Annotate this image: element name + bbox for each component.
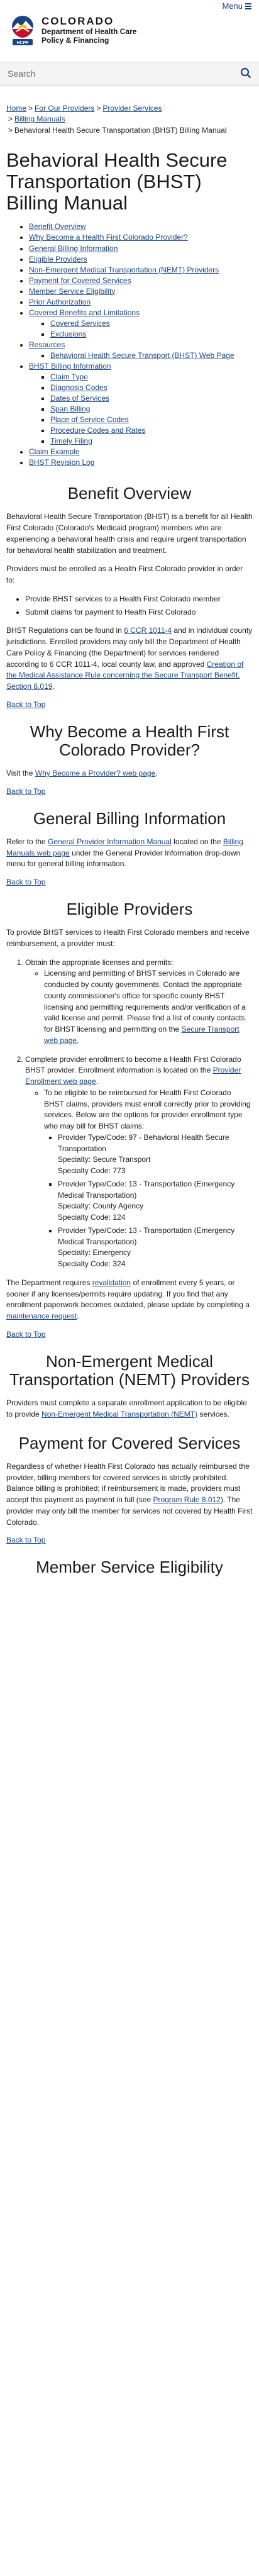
why-become-p: Visit the Why Become a Provider? web pag… <box>6 769 158 778</box>
why-become-content: Visit the Why Become a Provider? web pag… <box>0 768 259 779</box>
toc-nemt-providers[interactable]: Non-Emergent Medical Transportation (NEM… <box>29 265 219 274</box>
toc-span-billing[interactable]: Span Billing <box>50 404 90 413</box>
benefit-overview-p2: Providers must be enrolled as a Health F… <box>6 564 243 585</box>
why-become-heading: Why Become a Health First Colorado Provi… <box>30 722 229 759</box>
logo-badge-text: HCPF <box>16 41 29 45</box>
toc-dates-of-services[interactable]: Dates of Services <box>50 394 109 403</box>
toc-prior-auth[interactable]: Prior Authorization <box>29 298 91 306</box>
eligible-step-1-detail: Licensing and permitting of BHST service… <box>44 968 253 1046</box>
toc-claim-type[interactable]: Claim Type <box>50 372 88 381</box>
toc-revision-log[interactable]: BHST Revision Log <box>29 458 95 467</box>
menu-label: Menu <box>222 1 243 11</box>
revalidation-link[interactable]: revalidation <box>92 1278 131 1287</box>
menu-button[interactable]: Menu <box>222 1 251 11</box>
why-become-link[interactable]: Why Become a Provider? web page <box>35 769 155 778</box>
general-billing-content: Refer to the General Provider Informatio… <box>0 837 259 870</box>
colorado-logo-icon: HCPF <box>9 15 36 45</box>
benefit-overview-heading: Benefit Overview <box>67 484 192 503</box>
nemt-link[interactable]: Non-Emergent Medical Transportation (NEM… <box>41 1410 197 1419</box>
toc-bhst-billing-info[interactable]: BHST Billing Information <box>29 362 111 371</box>
nemt-heading: Non-Emergent Medical Transportation (NEM… <box>9 1351 250 1390</box>
toc-general-billing[interactable]: General Billing Information <box>29 244 118 253</box>
eligible-step-2: Complete provider enrollment to become a… <box>25 1054 253 1270</box>
back-to-top-link[interactable]: Back to Top <box>6 700 253 709</box>
toc-bhst-web-page[interactable]: Behavioral Health Secure Transport (BHST… <box>50 351 234 360</box>
toc-resources[interactable]: Resources <box>29 340 65 349</box>
benefit-overview-li1: Provide BHST services to a Health First … <box>25 594 253 605</box>
top-bar: Menu <box>0 0 259 13</box>
site-logo[interactable]: HCPF COLORADO Department of Health Care … <box>0 13 259 50</box>
logo-state: COLORADO <box>41 15 114 28</box>
toc-covered-services[interactable]: Covered Services <box>50 319 110 328</box>
breadcrumb-current: Behavioral Health Secure Transportation … <box>14 125 227 135</box>
member-eligibility-heading: Member Service Eligibility <box>36 1558 223 1577</box>
eligible-providers-content: To provide BHST services to Health First… <box>0 927 259 1322</box>
back-to-top-link[interactable]: Back to Top <box>6 1330 253 1339</box>
toc-claim-example[interactable]: Claim Example <box>29 447 80 456</box>
eligible-step-1: Obtain the appropriate licenses and perm… <box>25 957 253 1047</box>
toc-exclusions[interactable]: Exclusions <box>50 330 86 338</box>
benefit-overview-li2: Submit claims for payment to Health Firs… <box>25 607 253 618</box>
toc-covered-benefits[interactable]: Covered Benefits and Limitations <box>29 308 140 317</box>
toc-diagnosis-codes[interactable]: Diagnosis Codes <box>50 383 107 392</box>
table-of-contents: Benefit Overview Why Become a Health Fir… <box>6 219 253 471</box>
payment-p: Regardless of whether Health First Color… <box>6 1461 253 1527</box>
breadcrumb-separator: > <box>8 125 13 135</box>
breadcrumb-billing-manuals[interactable]: Billing Manuals <box>14 114 65 123</box>
toc-why-become[interactable]: Why Become a Health First Colorado Provi… <box>29 233 188 242</box>
nemt-p: Providers must complete a separate enrol… <box>6 1398 247 1419</box>
benefit-overview-content: Behavioral Health Secure Transportation … <box>0 511 259 693</box>
ccr-link[interactable]: 6 CCR 1011-4 <box>124 626 172 635</box>
breadcrumb: Home > For Our Providers > Provider Services… <box>0 86 259 136</box>
toc-timely-filing[interactable]: Timely Filing <box>50 437 92 445</box>
eligible-providers-intro: To provide BHST services to Health First… <box>6 928 250 948</box>
payment-heading: Payment for Covered Services <box>18 1433 241 1452</box>
search-icon[interactable] <box>240 67 251 81</box>
provider-type-item: Provider Type/Code: 97 - Behavioral Heal… <box>58 1132 253 1177</box>
maintenance-request-link[interactable]: maintenance request <box>6 1312 77 1320</box>
general-billing-heading: General Billing Information <box>33 808 226 828</box>
toc-benefit-overview[interactable]: Benefit Overview <box>29 222 86 231</box>
breadcrumb-separator: > <box>8 114 13 124</box>
breadcrumb-services[interactable]: Provider Services <box>102 104 162 113</box>
breadcrumb-separator: > <box>96 104 101 113</box>
benefit-overview-p1: Behavioral Health Secure Transportation … <box>6 512 253 555</box>
toc-payment[interactable]: Payment for Covered Services <box>29 276 131 285</box>
toc-procedure-codes[interactable]: Procedure Codes and Rates <box>50 426 145 435</box>
revalidation-p: The Department requires revalidation of … <box>6 1278 250 1321</box>
provider-type-item: Provider Type/Code: 13 - Transportation … <box>58 1225 253 1270</box>
breadcrumb-home[interactable]: Home <box>6 104 26 113</box>
page-title: Behavioral Health Secure Transportation … <box>6 149 228 215</box>
breadcrumb-separator: > <box>28 104 33 113</box>
nemt-content: Providers must complete a separate enrol… <box>0 1398 259 1420</box>
general-provider-manual-link[interactable]: General Provider Information Manual <box>48 837 172 846</box>
hamburger-icon <box>245 2 251 11</box>
logo-text: COLORADO Department of Health Care Polic… <box>41 15 136 45</box>
program-rule-link[interactable]: Program Rule 8.012 <box>153 1495 220 1504</box>
toc-place-of-service[interactable]: Place of Service Codes <box>50 415 129 424</box>
search-bar[interactable]: Search <box>0 62 259 86</box>
provider-type-item: Provider Type/Code: 13 - Transportation … <box>58 1179 253 1224</box>
logo-dept-line2: Policy & Financing <box>41 35 109 45</box>
back-to-top-link[interactable]: Back to Top <box>6 787 253 796</box>
back-to-top-link[interactable]: Back to Top <box>6 878 253 886</box>
search-input[interactable]: Search <box>8 69 35 79</box>
back-to-top-link[interactable]: Back to Top <box>6 1536 253 1544</box>
logo-dept-line1: Department of Health Care <box>41 26 137 36</box>
toc-member-eligibility[interactable]: Member Service Eligibility <box>29 287 115 296</box>
benefit-overview-p3: BHST Regulations can be found in 6 CCR 1… <box>6 626 253 691</box>
payment-content: Regardless of whether Health First Color… <box>0 1461 259 1529</box>
toc-eligible-providers[interactable]: Eligible Providers <box>29 255 87 264</box>
eligible-providers-heading: Eligible Providers <box>66 900 193 919</box>
breadcrumb-providers[interactable]: For Our Providers <box>35 104 94 113</box>
general-billing-p: Refer to the General Provider Informatio… <box>6 837 243 869</box>
eligible-step-2-detail: To be eligible to be reimbursed for Heal… <box>44 1088 253 1270</box>
